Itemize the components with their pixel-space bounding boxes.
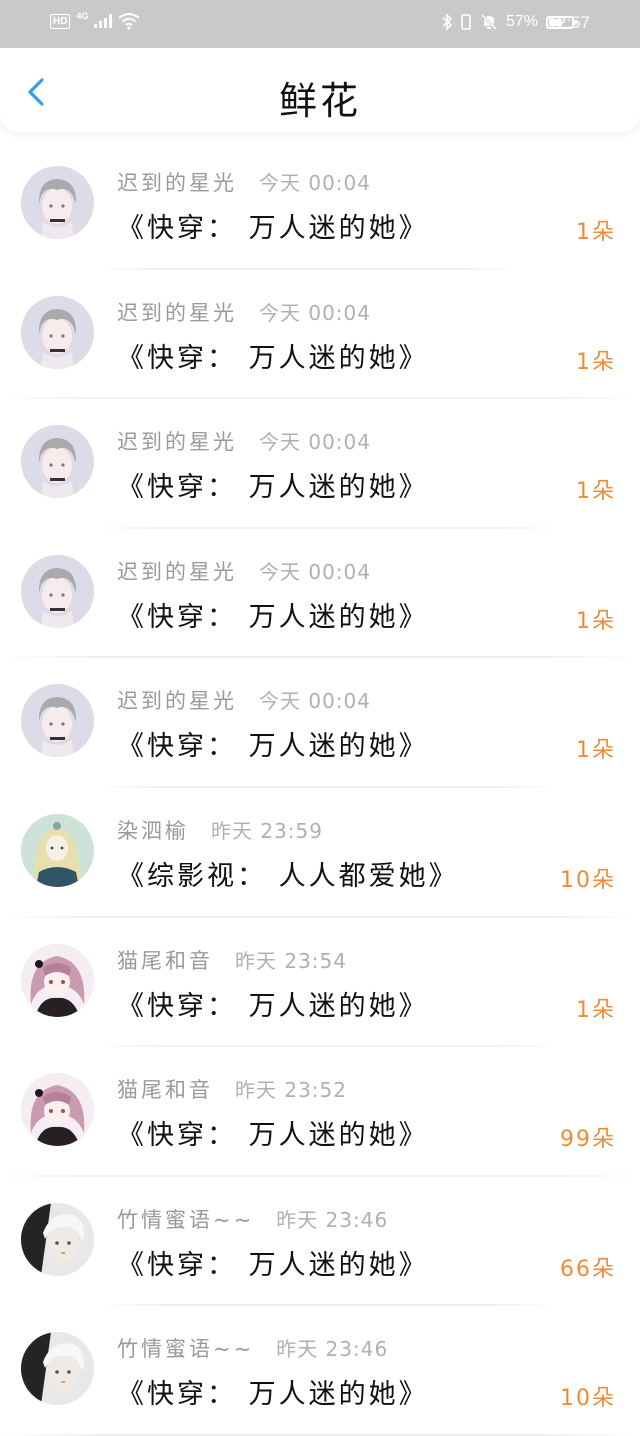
avatar[interactable]	[21, 425, 94, 499]
book-title[interactable]: 《快穿： 万人迷的她》	[117, 465, 429, 504]
bluetooth-icon	[442, 13, 452, 31]
timestamp: 昨天 23:46	[276, 1207, 389, 1232]
meta: 染泗榆 昨天 23:59	[117, 815, 323, 845]
status-left: HD 4G	[50, 11, 141, 30]
avatar[interactable]	[21, 813, 94, 887]
battery-percent: 57%	[505, 13, 538, 30]
header: 鲜花	[0, 48, 640, 132]
user-name[interactable]: 猫尾和音	[117, 1074, 213, 1104]
timestamp: 昨天 23:59	[211, 818, 323, 843]
user-name[interactable]: 迟到的星光	[117, 426, 237, 456]
list-item[interactable]: 竹情蜜语~~ 昨天 23:46 《快穿： 万人迷的她》 10朵	[0, 1306, 640, 1436]
flower-count: 1朵	[576, 220, 616, 245]
book-title[interactable]: 《综影视： 人人都爱她》	[117, 854, 459, 893]
user-name[interactable]: 迟到的星光	[117, 167, 237, 197]
avatar[interactable]	[21, 943, 94, 1017]
meta: 迟到的星光 今天 00:04	[117, 685, 371, 715]
timestamp: 今天 00:04	[259, 300, 371, 325]
book-title[interactable]: 《快穿： 万人迷的她》	[117, 984, 429, 1023]
meta: 竹情蜜语~~ 昨天 23:46	[117, 1204, 388, 1234]
avatar[interactable]	[21, 1073, 94, 1147]
list-item[interactable]: 迟到的星光 今天 00:04 《快穿： 万人迷的她》 1朵	[0, 658, 640, 788]
avatar[interactable]	[21, 295, 94, 369]
meta: 猫尾和音 昨天 23:54	[117, 945, 347, 975]
list-item[interactable]: 猫尾和音 昨天 23:54 《快穿： 万人迷的她》 1朵	[0, 918, 640, 1048]
avatar[interactable]	[21, 1332, 94, 1406]
timestamp: 今天 00:04	[259, 689, 371, 714]
list-item[interactable]: 迟到的星光 今天 00:04 《快穿： 万人迷的她》 1朵	[0, 399, 640, 529]
wifi-icon	[118, 13, 141, 30]
list-item[interactable]: 迟到的星光 今天 00:04 《快穿： 万人迷的她》 1朵	[0, 529, 640, 659]
flower-count: 10朵	[560, 867, 616, 893]
meta: 迟到的星光 今天 00:04	[117, 426, 371, 456]
meta: 竹情蜜语~~ 昨天 23:46	[117, 1333, 388, 1363]
list-item[interactable]: 猫尾和音 昨天 23:52 《快穿： 万人迷的她》 99朵	[0, 1047, 640, 1177]
timestamp: 今天 00:04	[259, 559, 371, 584]
timestamp: 昨天 23:52	[235, 1078, 347, 1103]
list-item[interactable]: 竹情蜜语~~ 昨天 23:46 《快穿： 万人迷的她》 66朵	[0, 1177, 640, 1307]
flower-count: 1朵	[576, 479, 616, 505]
flower-count: 1朵	[576, 349, 616, 375]
avatar[interactable]	[21, 1202, 94, 1276]
book-title[interactable]: 《快穿： 万人迷的她》	[117, 724, 429, 763]
flower-count: 1朵	[576, 997, 616, 1023]
flower-count: 99朵	[560, 1127, 616, 1153]
timestamp: 今天 00:04	[259, 430, 371, 455]
meta: 迟到的星光 今天 00:04	[117, 167, 371, 197]
book-title[interactable]: 《快穿： 万人迷的她》	[117, 336, 429, 375]
vibrate-icon	[461, 14, 471, 30]
user-name[interactable]: 迟到的星光	[117, 297, 237, 327]
page-title: 鲜花	[278, 79, 361, 123]
book-title[interactable]: 《快穿： 万人迷的她》	[117, 595, 429, 634]
hd-badge: HD	[50, 13, 71, 29]
user-name[interactable]: 迟到的星光	[117, 685, 237, 715]
list-item[interactable]: 迟到的星光 今天 00:04 《快穿： 万人迷的她》 1朵	[0, 270, 640, 400]
list-item[interactable]: 染泗榆 昨天 23:59 《综影视： 人人都爱她》 10朵	[0, 788, 640, 918]
mute-icon	[480, 13, 498, 31]
avatar[interactable]	[21, 684, 94, 758]
book-title[interactable]: 《快穿： 万人迷的她》	[117, 206, 429, 245]
meta: 迟到的星光 今天 00:04	[117, 297, 371, 327]
book-title[interactable]: 《快穿： 万人迷的她》	[117, 1243, 429, 1282]
timestamp: 今天 00:04	[259, 171, 371, 195]
book-title[interactable]: 《快穿： 万人迷的她》	[117, 1372, 429, 1411]
user-name[interactable]: 染泗榆	[117, 815, 189, 845]
meta: 猫尾和音 昨天 23:52	[117, 1074, 347, 1104]
timestamp: 昨天 23:46	[276, 1337, 389, 1362]
flower-count: 1朵	[576, 608, 616, 634]
flower-record-list: 迟到的星光 今天 00:04 《快穿： 万人迷的她》 1朵 迟到的星光 今天 0…	[0, 140, 640, 1436]
meta: 迟到的星光 今天 00:04	[117, 556, 371, 586]
avatar[interactable]	[21, 166, 94, 239]
network-type: 4G	[76, 11, 89, 21]
timestamp: 昨天 23:54	[235, 948, 347, 973]
status-bar: HD 4G 57% 12:57	[0, 0, 640, 48]
user-name[interactable]: 竹情蜜语~~	[117, 1333, 254, 1363]
clock: 12:57	[547, 13, 590, 32]
flower-count: 10朵	[560, 1386, 616, 1412]
signal-icon	[94, 14, 113, 28]
user-name[interactable]: 竹情蜜语~~	[117, 1204, 254, 1234]
avatar[interactable]	[21, 554, 94, 628]
book-title[interactable]: 《快穿： 万人迷的她》	[117, 1113, 429, 1152]
user-name[interactable]: 猫尾和音	[117, 945, 213, 975]
list-item[interactable]: 迟到的星光 今天 00:04 《快穿： 万人迷的她》 1朵	[0, 140, 640, 270]
user-name[interactable]: 迟到的星光	[117, 556, 237, 586]
flower-count: 66朵	[560, 1256, 616, 1282]
flower-count: 1朵	[576, 738, 616, 764]
